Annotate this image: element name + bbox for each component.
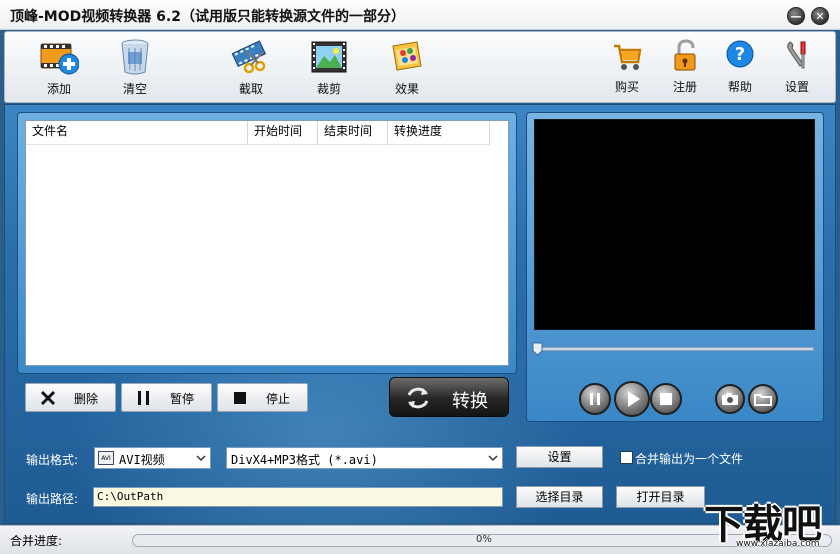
player-play-button[interactable] [614, 381, 650, 417]
player-stop-button[interactable] [650, 383, 682, 415]
format-settings-button[interactable]: 设置 [516, 446, 603, 468]
watermark-url: www.xiazaiba.com [736, 539, 820, 549]
cut-label: 截取 [238, 82, 263, 96]
column-header-end-time[interactable]: 结束时间 [318, 121, 388, 145]
settings-label: 设置 [784, 80, 809, 94]
open-directory-button[interactable]: 打开目录 [616, 486, 705, 508]
register-label: 注册 [672, 80, 697, 94]
wrench-screwdriver-icon [787, 41, 806, 69]
pause-icon [138, 391, 149, 405]
help-button[interactable]: ? 帮助 [710, 38, 770, 100]
effect-button[interactable]: 效果 [377, 38, 437, 100]
buy-label: 购买 [614, 80, 639, 94]
help-circle-icon: ? [726, 40, 754, 68]
stop-icon [234, 392, 246, 404]
pause-button[interactable]: 暂停 [121, 383, 212, 412]
file-list-header: 文件名 开始时间 结束时间 转换进度 [26, 121, 490, 145]
delete-button[interactable]: 删除 [25, 383, 116, 412]
format-select-value: AVI视频 [119, 453, 165, 467]
delete-x-icon [40, 390, 56, 406]
effect-label: 效果 [394, 82, 419, 96]
add-button[interactable]: 添加 [29, 38, 89, 100]
delete-label: 删除 [74, 392, 99, 406]
add-label: 添加 [46, 82, 71, 96]
minimize-button[interactable]: — [787, 7, 805, 25]
player-pause-button[interactable] [579, 383, 611, 415]
help-label: 帮助 [727, 80, 752, 94]
play-icon [628, 391, 640, 407]
column-header-start-time[interactable]: 开始时间 [248, 121, 318, 145]
convert-button[interactable]: 转换 [389, 377, 509, 417]
pause-icon [590, 393, 600, 405]
output-path-label: 输出路径: [26, 492, 79, 506]
film-add-icon [40, 43, 79, 75]
open-snapshot-folder-button[interactable] [748, 384, 778, 414]
merge-output-label: 合并输出为一个文件 [635, 452, 744, 466]
register-button[interactable]: 注册 [655, 38, 715, 100]
choose-directory-button[interactable]: 选择目录 [516, 486, 603, 508]
close-button[interactable]: ✕ [811, 7, 829, 25]
cut-button[interactable]: 截取 [221, 38, 281, 100]
palette-effect-icon [392, 41, 422, 71]
window-title: 顶峰-MOD视频转换器 6.2（试用版只能转换源文件的一部分） [10, 9, 405, 25]
site-watermark: 下载吧 www.xiazaiba.com [702, 492, 838, 552]
chevron-down-icon [488, 455, 498, 462]
seek-thumb[interactable] [532, 342, 543, 356]
stop-button[interactable]: 停止 [217, 383, 308, 412]
file-list[interactable]: 文件名 开始时间 结束时间 转换进度 [25, 120, 509, 366]
pause-label: 暂停 [170, 392, 195, 406]
avi-file-icon: AVI [98, 451, 114, 465]
merge-progress-label: 合并进度: [10, 534, 63, 548]
crop-button[interactable]: 裁剪 [299, 38, 359, 100]
convert-arrows-icon [407, 387, 429, 409]
folder-icon [754, 394, 772, 406]
column-header-filename[interactable]: 文件名 [26, 121, 248, 145]
format-select[interactable]: AVI AVI视频 [94, 447, 211, 469]
settings-button[interactable]: 设置 [767, 38, 827, 100]
merge-progress-text: 0% [476, 534, 492, 545]
toolbar: 添加 清空 截取 裁剪 效果 购买 注册 ? 帮助 设置 [4, 31, 836, 103]
convert-label: 转换 [452, 391, 488, 412]
padlock-icon [674, 39, 696, 71]
video-preview [534, 119, 815, 330]
output-format-label: 输出格式: [26, 453, 79, 467]
svg-text:?: ? [735, 44, 745, 65]
trash-bin-icon [121, 39, 149, 75]
codec-select-value: DivX4+MP3格式 (*.avi) [231, 453, 378, 467]
camera-icon [722, 393, 738, 405]
stop-label: 停止 [266, 392, 291, 406]
chevron-down-icon [196, 455, 206, 462]
film-scissors-icon [231, 40, 267, 74]
clear-button[interactable]: 清空 [105, 38, 165, 100]
snapshot-button[interactable] [715, 384, 745, 414]
codec-select[interactable]: DivX4+MP3格式 (*.avi) [226, 447, 503, 469]
image-crop-icon [311, 41, 347, 73]
crop-label: 裁剪 [316, 82, 341, 96]
seek-bar[interactable] [534, 347, 814, 351]
output-path-input[interactable]: C:\OutPath [93, 487, 503, 507]
column-header-progress[interactable]: 转换进度 [388, 121, 490, 145]
app-window: 顶峰-MOD视频转换器 6.2（试用版只能转换源文件的一部分） — ✕ 添加 清… [0, 0, 840, 554]
clear-label: 清空 [122, 82, 147, 96]
shopping-cart-icon [614, 44, 642, 70]
buy-button[interactable]: 购买 [597, 38, 657, 100]
title-bar: 顶峰-MOD视频转换器 6.2（试用版只能转换源文件的一部分） — ✕ [0, 0, 840, 30]
stop-icon [660, 393, 672, 405]
merge-output-checkbox[interactable] [620, 451, 633, 464]
